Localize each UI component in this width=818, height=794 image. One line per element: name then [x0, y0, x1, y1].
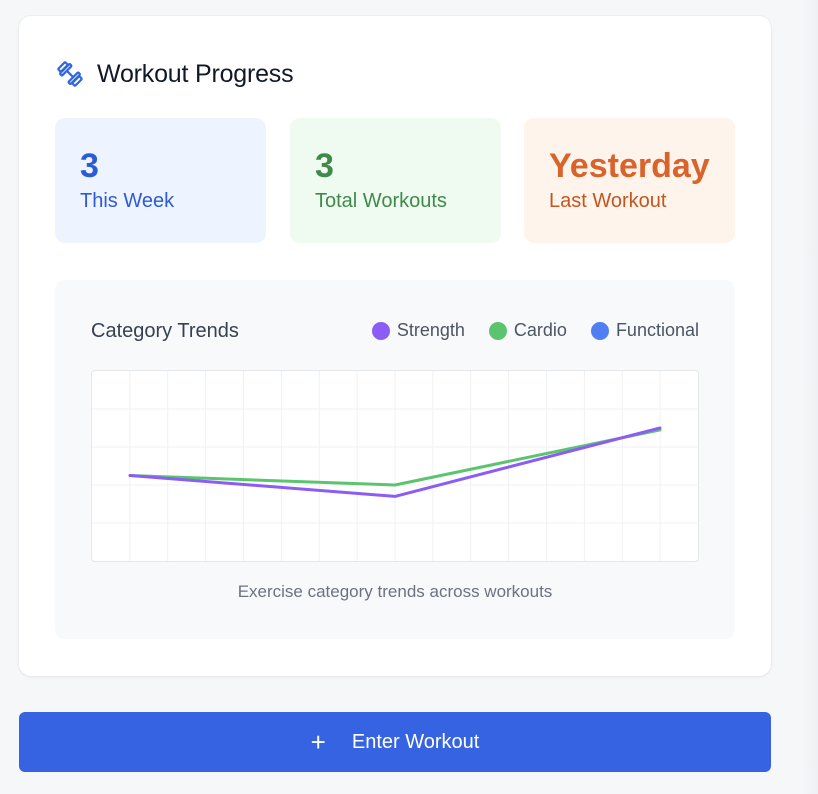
stat-total-workouts: 3 Total Workouts [290, 118, 501, 243]
stat-this-week: 3 This Week [55, 118, 266, 243]
chart-caption: Exercise category trends across workouts [237, 582, 553, 601]
workout-progress-card: Workout Progress 3 This Week 3 Total Wor… [19, 16, 771, 676]
trends-title: Category Trends [91, 320, 239, 342]
legend-item-functional: Functional [590, 320, 699, 341]
dumbbell-icon [55, 59, 85, 89]
stat-last-workout: Yesterday Last Workout [524, 118, 735, 243]
legend-label: Cardio [513, 320, 567, 340]
page-edge [800, 0, 818, 794]
trend-chart-svg [92, 371, 698, 561]
category-trends-panel: Category Trends Strength Cardio Function… [55, 280, 735, 639]
legend-label: Strength [396, 320, 465, 340]
legend-label: Functional [615, 320, 699, 340]
legend-dot [371, 321, 390, 340]
plus-icon: + [310, 727, 326, 757]
stat-value: 3 [80, 147, 99, 185]
chart-grid [92, 371, 698, 561]
legend-item-cardio: Cardio [488, 320, 567, 341]
stat-value: Yesterday [549, 147, 710, 185]
trend-chart [91, 370, 699, 562]
stat-label: Total Workouts [315, 190, 447, 212]
legend-dot [488, 321, 507, 340]
card-header: Workout Progress [55, 58, 294, 90]
enter-workout-button[interactable]: + Enter Workout [19, 712, 771, 772]
legend-item-strength: Strength [371, 320, 465, 341]
stat-label: This Week [80, 190, 175, 212]
stat-label: Last Workout [549, 190, 667, 212]
legend-dot [590, 321, 609, 340]
card-title: Workout Progress [97, 59, 294, 88]
stat-value: 3 [315, 147, 334, 185]
enter-workout-label: Enter Workout [351, 730, 480, 753]
chart-legend: Strength Cardio Functional [348, 320, 699, 341]
